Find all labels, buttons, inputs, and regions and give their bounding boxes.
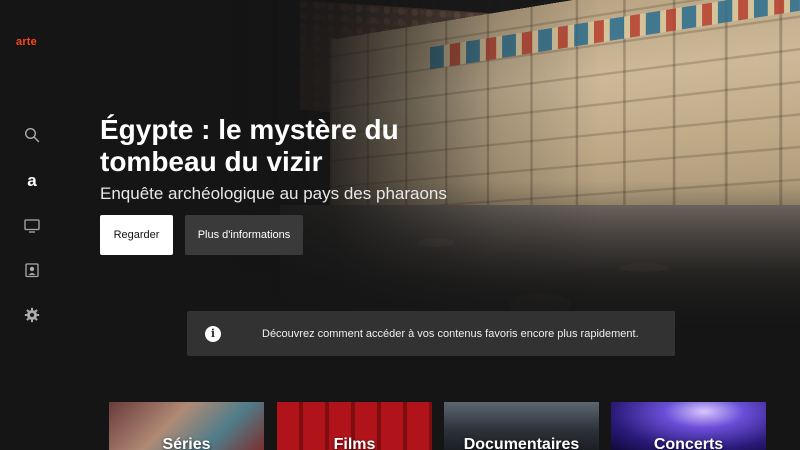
sidebar-item-tv[interactable]: [22, 216, 42, 236]
hero-subtitle: Enquête archéologique au pays des pharao…: [100, 184, 447, 203]
more-info-button[interactable]: Plus d'informations: [185, 215, 303, 255]
svg-text:a: a: [27, 172, 37, 188]
search-icon: [24, 127, 40, 143]
sidebar-item-profile[interactable]: [22, 260, 42, 280]
sidebar-item-search[interactable]: [22, 125, 42, 145]
profile-icon: [25, 263, 39, 278]
category-label: Séries: [162, 436, 211, 450]
category-tile-documentaires[interactable]: Documentaires: [444, 402, 599, 450]
watch-button[interactable]: Regarder: [100, 215, 173, 255]
sidebar-item-home[interactable]: a: [22, 170, 42, 190]
notice-banner[interactable]: i Découvrez comment accéder à vos conten…: [187, 311, 675, 356]
gear-icon: [24, 307, 40, 323]
category-label: Films: [333, 436, 376, 450]
category-tile-concerts[interactable]: Concerts: [611, 402, 766, 450]
category-tile-series[interactable]: Séries: [109, 402, 264, 450]
category-label: Concerts: [653, 436, 724, 450]
arte-home-icon: a: [27, 172, 37, 188]
notice-text: Découvrez comment accéder à vos contenus…: [262, 327, 639, 340]
hero-title: Égypte : le mystère du tombeau du vizir: [100, 114, 399, 177]
tv-icon: [24, 219, 40, 233]
arte-logo[interactable]: arte: [16, 36, 37, 48]
info-icon: i: [205, 325, 221, 342]
sidebar-item-settings[interactable]: [22, 305, 42, 325]
category-tile-films[interactable]: Films: [277, 402, 432, 450]
category-label: Documentaires: [463, 436, 580, 450]
hero-content: Égypte : le mystère du tombeau du vizir …: [100, 114, 500, 204]
